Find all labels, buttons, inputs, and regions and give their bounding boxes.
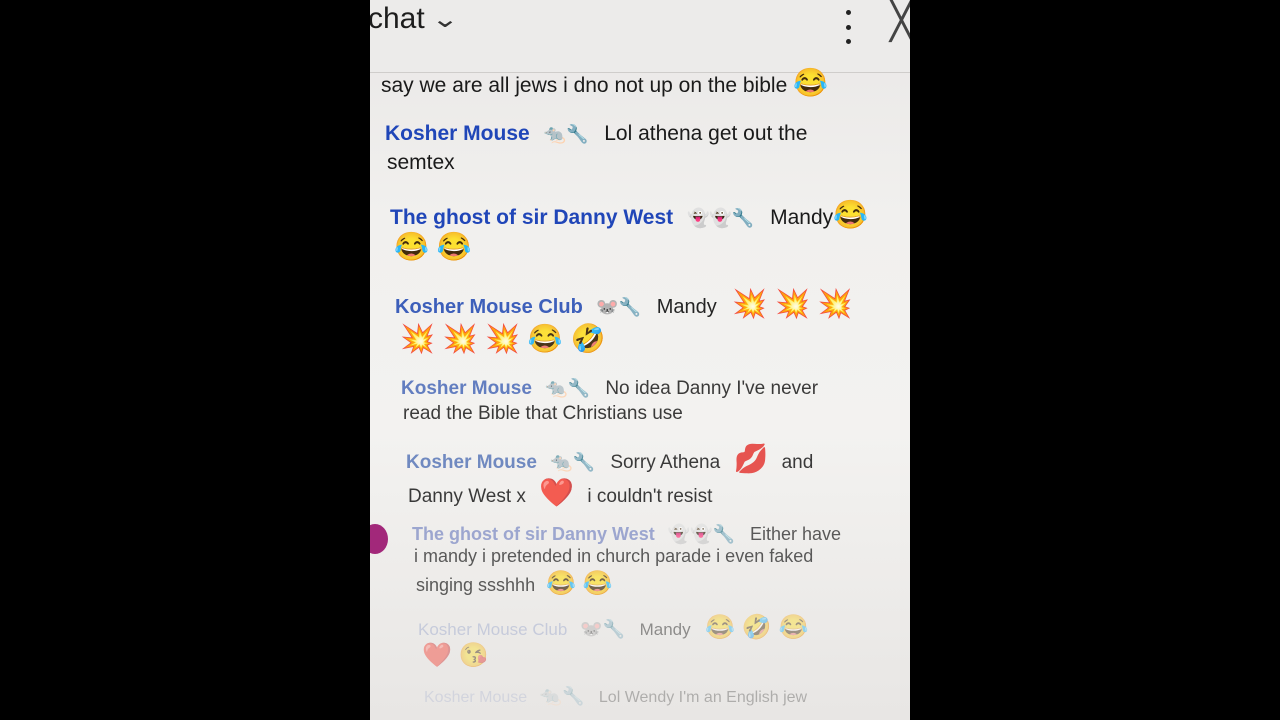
chat-panel: chat ⌄ ╳ say we are all jews i dno not u… — [370, 0, 910, 720]
author-name[interactable]: The ghost of sir Danny West — [412, 524, 655, 544]
emoji: 😂 😂 — [546, 570, 613, 597]
chat-message: say we are all jews i dno not up on the … — [381, 64, 828, 102]
message-text: read the Bible that Christians use — [403, 403, 683, 424]
message-text: semtex — [387, 151, 455, 174]
badge-icons: 🐀🔧 — [545, 378, 591, 398]
message-text: i mandy i pretended in church parade i e… — [414, 546, 814, 566]
chat-message-cont: i mandy i pretended in church parade i e… — [414, 544, 813, 568]
chat-message-cont: 💥 💥 💥 😂 🤣 — [400, 320, 605, 358]
message-text: Sorry Athena — [610, 452, 721, 473]
chat-message: Kosher Mouse 🐀🔧 No idea Danny I've never — [401, 376, 818, 402]
chat-message-cont: read the Bible that Christians use — [403, 401, 683, 427]
emoji: 💥 💥 💥 — [732, 288, 853, 319]
chat-message-cont: semtex — [387, 149, 455, 177]
emoji: 💥 💥 💥 😂 🤣 — [400, 323, 606, 354]
badge-icons: 👻👻🔧 — [667, 524, 735, 544]
emoji: 😂 😂 — [394, 231, 472, 262]
author-name[interactable]: Kosher Mouse Club — [418, 620, 567, 639]
badge-icons: 🐀🔧 — [539, 686, 585, 706]
chat-message: Kosher Mouse 🐀🔧 Lol Wendy I'm an English… — [424, 684, 807, 709]
message-text: Mandy — [656, 296, 717, 318]
message-text: No idea Danny I've never — [605, 378, 819, 399]
badge-icons: 🐭🔧 — [580, 619, 625, 639]
message-text: say we are all jews i dno not up on the … — [381, 74, 788, 97]
message-text: and — [781, 452, 814, 473]
author-name[interactable]: Kosher Mouse Club — [395, 296, 583, 318]
chevron-down-icon: ⌄ — [430, 5, 459, 33]
emoji: 😂 🤣 😂 — [705, 614, 809, 641]
message-text: Lol Wendy I'm an English jew — [598, 689, 808, 706]
author-name[interactable]: Kosher Mouse — [406, 452, 537, 473]
author-name[interactable]: The ghost of sir Danny West — [390, 206, 673, 229]
close-icon[interactable]: ╳ — [890, 2, 910, 40]
chat-message-cont: Danny West x ❤️ i couldn't resist — [408, 474, 712, 512]
emoji: 😂 — [833, 199, 868, 230]
author-name[interactable]: Kosher Mouse — [401, 378, 532, 399]
chat-message: Kosher Mouse 🐀🔧 Lol athena get out the — [385, 120, 807, 148]
chat-title: chat — [370, 2, 425, 35]
chat-message: Kosher Mouse 🐀🔧 Sorry Athena 💋 and — [406, 440, 813, 478]
chat-message-cont: singing ssshhh 😂 😂 — [416, 568, 613, 600]
chat-mode-dropdown[interactable]: chat ⌄ — [370, 2, 459, 36]
message-text: Danny West x — [408, 486, 526, 507]
chat-header: chat ⌄ ╳ — [370, 0, 910, 73]
message-text: Mandy — [639, 620, 691, 639]
chat-message: Kosher Mouse Club 🐭🔧 Mandy 💥 💥 💥 — [395, 285, 853, 323]
author-name[interactable]: Kosher Mouse — [385, 122, 530, 145]
chat-message: The ghost of sir Danny West 👻👻🔧 Either h… — [412, 522, 841, 546]
message-text: singing ssshhh — [416, 575, 536, 595]
kebab-menu-icon[interactable] — [838, 10, 858, 44]
avatar — [370, 524, 388, 554]
message-text: Either have — [749, 524, 842, 544]
emoji: ❤️ — [539, 477, 575, 508]
chat-message-cont: 😂 😂 — [394, 228, 472, 266]
emoji: 😂 — [793, 67, 828, 98]
badge-icons: 🐀🔧 — [550, 452, 596, 472]
badge-icons: 👻👻🔧 — [687, 208, 755, 228]
badge-icons: 🐀🔧 — [543, 124, 589, 144]
badge-icons: 🐭🔧 — [596, 297, 642, 317]
emoji: ❤️ 😘 — [422, 642, 489, 669]
emoji: 💋 — [733, 443, 769, 474]
message-text: i couldn't resist — [587, 486, 713, 507]
chat-message-cont: ❤️ 😘 — [422, 640, 488, 672]
message-text: Mandy — [770, 206, 834, 229]
message-text: Lol athena get out the — [604, 122, 808, 145]
author-name[interactable]: Kosher Mouse — [424, 689, 527, 706]
